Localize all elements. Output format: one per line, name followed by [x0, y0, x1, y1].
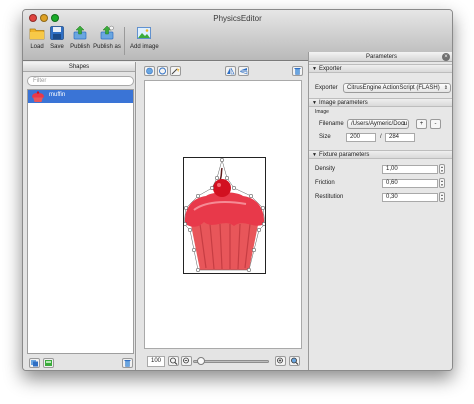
zoom-out-button[interactable] [181, 356, 192, 366]
friction-stepper[interactable]: ▲ ▼ [439, 178, 445, 188]
duplicate-shape-button[interactable] [29, 358, 40, 368]
magic-wand-button[interactable] [170, 66, 181, 76]
image-height-field: 284 [385, 133, 415, 142]
parameters-pane: Parameters × ▼ Exporter Exporter CitrusE… [308, 52, 452, 370]
publish-label: Publish [70, 44, 90, 50]
close-panel-icon[interactable]: × [442, 53, 450, 61]
size-label: Size [319, 134, 331, 140]
zoom-input[interactable]: 100 [147, 356, 165, 367]
delete-vertex-button[interactable] [292, 66, 303, 76]
flip-horizontal-icon [227, 67, 235, 75]
fixture-section-title: Fixture parameters [319, 152, 370, 158]
load-label: Load [30, 44, 44, 50]
publish-as-label: Publish as [93, 44, 121, 50]
publish-icon [73, 25, 87, 40]
zoom-actual-icon [291, 357, 299, 365]
exporter-section-title: Exporter [319, 66, 342, 72]
zoom-in-icon [277, 357, 283, 364]
filename-select[interactable]: /Users/Aymeric/Docu ⇕ [347, 119, 409, 129]
filter-input[interactable]: Filter [27, 76, 134, 86]
editor-canvas[interactable] [144, 80, 302, 349]
flip-horizontal-button[interactable] [225, 66, 236, 76]
save-label: Save [50, 44, 64, 50]
image-settings-button[interactable] [43, 358, 54, 368]
parameters-title: Parameters [365, 54, 397, 60]
fixture-parameters-section[interactable]: ▼ Fixture parameters [309, 150, 452, 159]
add-image-label: Add image [130, 44, 159, 50]
shape-list: muffin [27, 89, 134, 354]
zoom-out-icon [183, 357, 189, 364]
image-icon [45, 360, 52, 366]
folder-icon [29, 28, 45, 40]
friction-input[interactable]: 0,60 [382, 179, 438, 188]
muffin-thumbnail-icon [32, 91, 44, 102]
density-stepper[interactable]: ▲ ▼ [439, 164, 445, 174]
density-input[interactable]: 1,00 [382, 165, 438, 174]
delete-shape-button[interactable] [122, 358, 133, 368]
exporter-section[interactable]: ▼ Exporter [309, 64, 452, 73]
select-arrows-icon: ⇕ [443, 85, 448, 91]
add-image-icon [137, 27, 151, 39]
muffin-cherry [213, 179, 231, 197]
friction-label: Friction [315, 180, 335, 186]
disclosure-triangle-icon: ▼ [312, 66, 317, 72]
shape-list-item-muffin[interactable]: muffin [28, 90, 133, 103]
filename-value: /Users/Aymeric/Docu [351, 121, 408, 127]
toolbar-separator [124, 27, 125, 55]
trash-icon [124, 360, 131, 367]
image-subheader: Image [315, 109, 329, 115]
disclosure-triangle-icon: ▼ [312, 100, 317, 106]
disk-icon [50, 26, 64, 40]
zoom-in-button[interactable] [275, 356, 286, 366]
shapes-header: Shapes [23, 62, 135, 72]
zoom-actual-button[interactable] [289, 356, 300, 366]
density-label: Density [315, 166, 336, 172]
shapes-pane: Shapes Filter muffin [23, 62, 136, 370]
flip-vertical-button[interactable] [238, 66, 249, 76]
exporter-label: Exporter [315, 85, 338, 91]
zoom-fit-button[interactable] [168, 356, 179, 366]
circle-icon [159, 67, 166, 75]
sprite-bounds [182, 157, 267, 274]
tracer-icon [146, 67, 153, 75]
window-title: PhysicsEditor [213, 14, 262, 23]
add-file-button[interactable]: + [416, 119, 427, 129]
add-image-button[interactable]: Add image [130, 25, 159, 59]
parameters-header: Parameters × [309, 52, 452, 62]
image-width-field: 200 [346, 133, 376, 142]
restitution-input[interactable]: 0,30 [382, 193, 438, 202]
restitution-label: Restitution [315, 194, 344, 200]
image-parameters-section[interactable]: ▼ Image parameters [309, 98, 452, 107]
disclosure-triangle-icon: ▼ [312, 152, 317, 158]
size-separator: / [380, 134, 382, 140]
flip-vertical-icon [239, 68, 248, 75]
add-circle-button[interactable] [157, 66, 168, 76]
publish-as-button[interactable]: Publish as [93, 25, 121, 59]
publish-button[interactable]: Publish [69, 25, 91, 59]
publish-as-icon [100, 25, 114, 40]
zoom-slider-knob[interactable] [197, 357, 205, 365]
exporter-select[interactable]: CitrusEngine ActionScript (FLASH) ⇕ [343, 83, 451, 93]
shape-name: muffin [49, 92, 66, 98]
remove-file-button[interactable]: - [430, 119, 441, 129]
trash-icon [294, 68, 301, 75]
shape-tracer-button[interactable] [144, 66, 155, 76]
app-window: PhysicsEditor Load Save Publish Publish … [22, 9, 453, 371]
editor-pane: 100 [137, 62, 308, 370]
wand-icon [171, 67, 180, 75]
exporter-value: CitrusEngine ActionScript (FLASH) [347, 85, 440, 91]
zoom-fit-icon [170, 357, 178, 365]
filename-label: Filename [319, 121, 344, 127]
save-button[interactable]: Save [48, 25, 66, 59]
restitution-stepper[interactable]: ▲ ▼ [439, 192, 445, 202]
muffin-sprite [182, 157, 267, 273]
duplicate-icon [31, 360, 38, 367]
select-arrows-icon: ⇕ [401, 121, 406, 127]
load-button[interactable]: Load [27, 25, 47, 59]
image-section-title: Image parameters [319, 100, 368, 106]
